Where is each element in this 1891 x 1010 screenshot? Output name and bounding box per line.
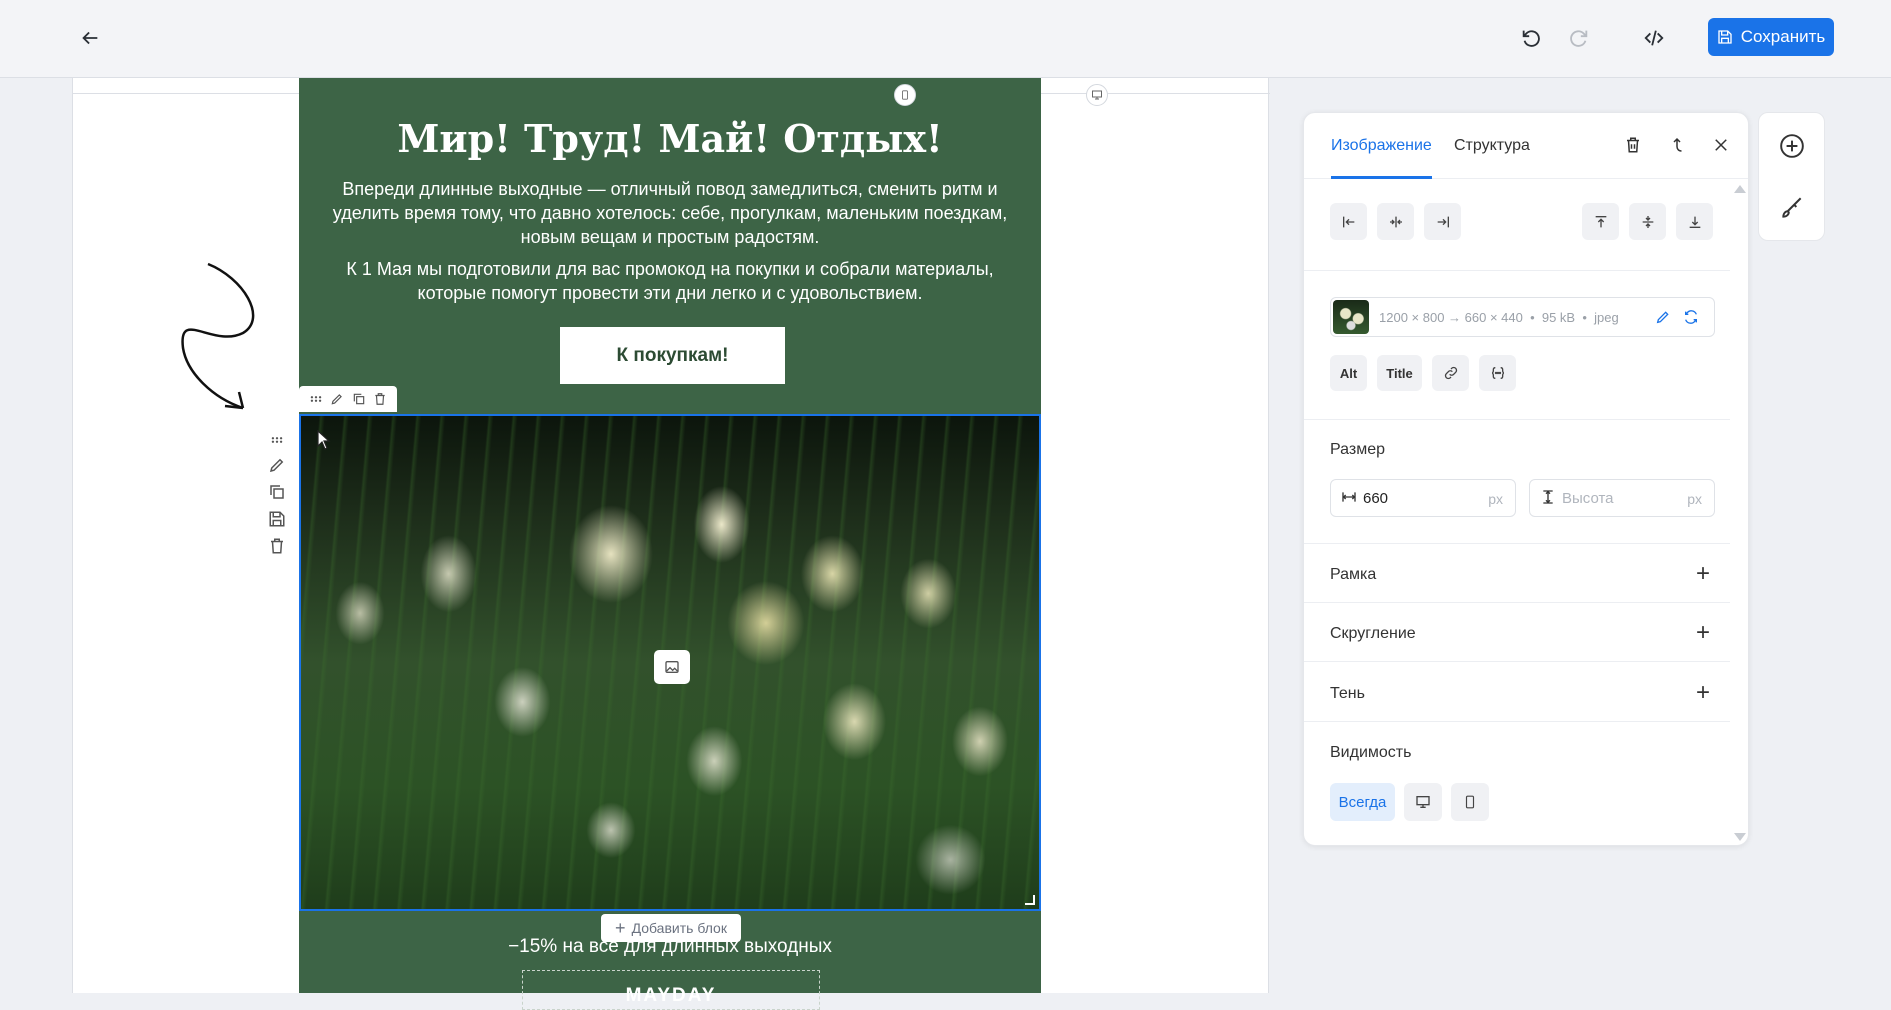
- add-radius-icon[interactable]: +: [1696, 621, 1710, 645]
- add-block-button[interactable]: + Добавить блок: [601, 914, 741, 942]
- panel-tabs: Изображение Структура: [1304, 113, 1748, 179]
- alt-button[interactable]: Alt: [1330, 355, 1367, 391]
- valign-top-icon[interactable]: [1582, 203, 1619, 240]
- scroll-up-arrow-icon[interactable]: [1734, 185, 1746, 193]
- editor-canvas: Мир! Труд! Май! Отдых! Впереди длинные в…: [72, 78, 1270, 1010]
- size-label: Размер: [1330, 441, 1385, 458]
- width-icon: [1342, 492, 1356, 502]
- image-size: 95 kB: [1541, 310, 1576, 325]
- tab-image[interactable]: Изображение: [1331, 137, 1432, 155]
- plus-icon: +: [615, 917, 626, 938]
- add-element-icon[interactable]: [1779, 133, 1805, 159]
- save-label: Сохранить: [1740, 27, 1826, 46]
- visibility-mobile-icon[interactable]: [1451, 783, 1489, 821]
- resize-handle[interactable]: [1025, 895, 1035, 905]
- width-field[interactable]: 660 px: [1330, 479, 1516, 517]
- delete-icon[interactable]: [1621, 133, 1645, 157]
- variables-icon[interactable]: [1479, 355, 1516, 391]
- replace-image-icon[interactable]: [1683, 309, 1699, 325]
- image-placeholder-icon[interactable]: [654, 650, 690, 684]
- height-placeholder: Высота: [1562, 490, 1614, 507]
- add-block-label: Добавить блок: [631, 920, 727, 936]
- promo-code[interactable]: MAYDAY: [522, 970, 820, 1010]
- link-icon[interactable]: [1432, 355, 1469, 391]
- shadow-label[interactable]: Тень: [1330, 685, 1365, 703]
- image-format: jpeg: [1594, 310, 1619, 325]
- image-file-row[interactable]: 1200 × 800 → 660 × 440 • 95 kB • jpeg: [1330, 297, 1715, 337]
- image-file-meta: 1200 × 800 → 660 × 440 • 95 kB • jpeg: [1379, 310, 1619, 325]
- close-icon[interactable]: [1709, 133, 1733, 157]
- undo-icon[interactable]: [1517, 24, 1545, 52]
- select-parent-icon[interactable]: [1665, 133, 1689, 157]
- email-title[interactable]: Мир! Труд! Май! Отдых!: [299, 116, 1041, 161]
- width-value: 660: [1363, 490, 1389, 507]
- right-rail: [1758, 112, 1825, 241]
- row-duplicate-icon[interactable]: [268, 483, 286, 501]
- edit-image-icon[interactable]: [1655, 309, 1671, 325]
- tab-structure[interactable]: Структура: [1454, 137, 1530, 155]
- image-thumbnail: [1333, 300, 1369, 334]
- divider: [1304, 602, 1730, 603]
- active-tab-indicator: [1331, 176, 1432, 179]
- redo-icon[interactable]: [1565, 24, 1593, 52]
- shop-cta-button[interactable]: К покупкам!: [560, 327, 785, 384]
- image-dimensions: 1200 × 800 → 660 × 440: [1379, 310, 1523, 325]
- divider: [1304, 661, 1730, 662]
- add-border-icon[interactable]: +: [1696, 562, 1710, 586]
- divider: [1304, 543, 1730, 544]
- trash-icon[interactable]: [373, 392, 387, 406]
- image-settings-panel: Изображение Структура 1200 × 800 → 660 ×…: [1303, 112, 1749, 846]
- top-toolbar: Сохранить: [0, 0, 1891, 78]
- align-right-icon[interactable]: [1424, 203, 1461, 240]
- divider: [1304, 419, 1730, 420]
- back-arrow-icon[interactable]: [76, 24, 104, 52]
- duplicate-icon[interactable]: [352, 392, 366, 406]
- height-field[interactable]: Высота px: [1529, 479, 1715, 517]
- scroll-down-arrow-icon[interactable]: [1734, 833, 1746, 841]
- align-center-icon[interactable]: [1377, 203, 1414, 240]
- style-brush-icon[interactable]: [1779, 195, 1805, 221]
- visibility-label: Видимость: [1330, 744, 1412, 761]
- edit-pencil-icon[interactable]: [330, 392, 344, 406]
- tulips-image-block[interactable]: [299, 414, 1041, 911]
- row-side-toolbar: [261, 424, 293, 564]
- email-body: Мир! Труд! Май! Отдых! Впереди длинные в…: [299, 78, 1041, 1010]
- width-unit: px: [1488, 491, 1503, 507]
- divider: [1304, 721, 1730, 722]
- height-icon: [1543, 490, 1553, 504]
- floppy-icon: [1718, 30, 1732, 44]
- desktop-breakpoint-icon[interactable]: [1086, 84, 1108, 106]
- valign-middle-icon[interactable]: [1629, 203, 1666, 240]
- save-button[interactable]: Сохранить: [1708, 18, 1834, 56]
- mobile-breakpoint-icon[interactable]: [894, 84, 916, 106]
- radius-label[interactable]: Скругление: [1330, 625, 1416, 643]
- divider: [1304, 270, 1730, 271]
- visibility-desktop-icon[interactable]: [1404, 783, 1442, 821]
- valign-bottom-icon[interactable]: [1676, 203, 1713, 240]
- block-toolbar: [299, 386, 397, 412]
- row-save-icon[interactable]: [268, 510, 286, 528]
- mouse-cursor-icon: [317, 430, 331, 450]
- align-left-icon[interactable]: [1330, 203, 1367, 240]
- row-drag-handle-icon[interactable]: [269, 433, 285, 447]
- code-view-icon[interactable]: [1640, 24, 1668, 52]
- row-trash-icon[interactable]: [268, 537, 286, 555]
- height-unit: px: [1687, 491, 1702, 507]
- email-paragraph-1[interactable]: Впереди длинные выходные — отличный пово…: [319, 177, 1021, 249]
- border-label[interactable]: Рамка: [1330, 566, 1376, 584]
- email-paragraph-2[interactable]: К 1 Мая мы подготовили для вас промокод …: [319, 257, 1021, 305]
- visibility-always-button[interactable]: Всегда: [1330, 783, 1395, 821]
- title-button[interactable]: Title: [1377, 355, 1422, 391]
- add-shadow-icon[interactable]: +: [1696, 681, 1710, 705]
- decorative-arrow-icon: [181, 262, 255, 410]
- drag-handle-icon[interactable]: [309, 392, 323, 406]
- row-edit-icon[interactable]: [268, 456, 286, 474]
